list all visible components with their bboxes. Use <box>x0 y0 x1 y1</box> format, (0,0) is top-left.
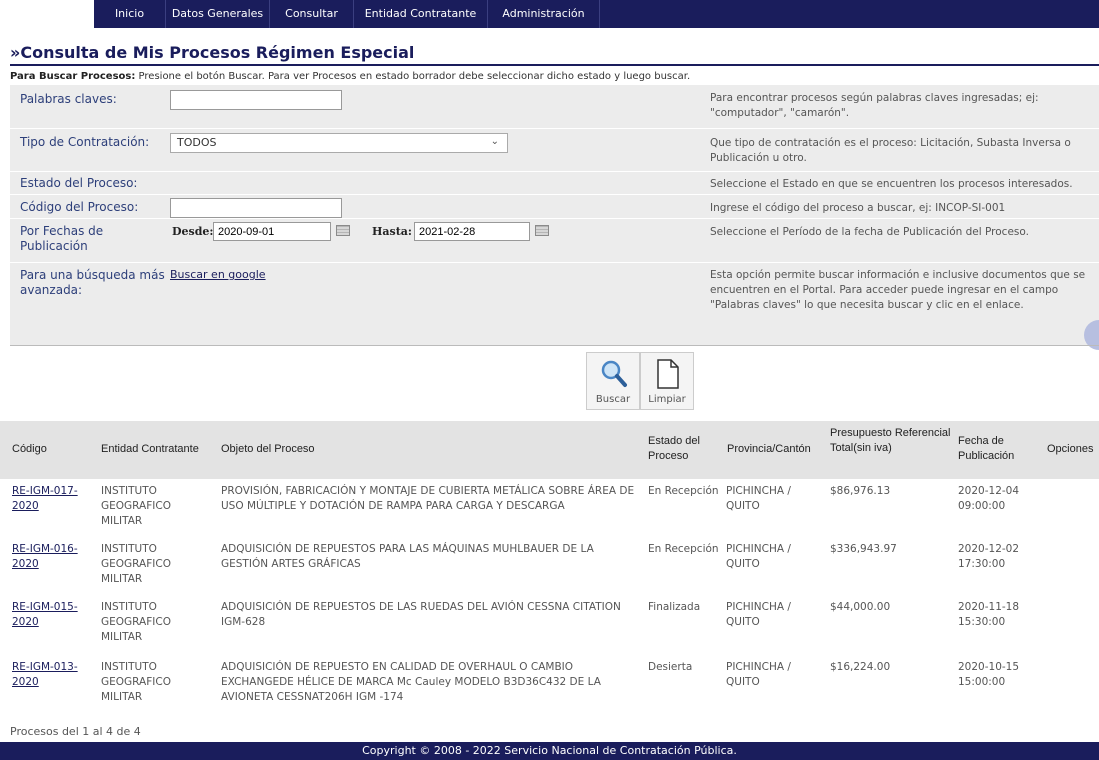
instructions-text: Presione el botón Buscar. Para ver Proce… <box>135 71 691 82</box>
table-row: RE-IGM-013-2020 INSTITUTO GEOGRAFICO MIL… <box>0 660 1099 718</box>
state-cell: En Recepción <box>648 485 719 497</box>
top-nav: Inicio Datos Generales Consultar Entidad… <box>0 0 1099 28</box>
date-from-input[interactable] <box>213 222 331 241</box>
form-divider <box>10 262 1099 263</box>
col-header-code: Código <box>12 443 47 455</box>
date-cell: 2020-12-04 09:00:00 <box>958 485 1020 512</box>
process-state-help: Seleccione el Estado en que se encuentre… <box>710 178 1073 190</box>
nav-item-entidad-contratante[interactable]: Entidad Contratante <box>354 0 488 28</box>
col-header-object: Objeto del Proceso <box>221 443 315 455</box>
location-cell: PICHINCHA / QUITO <box>726 661 791 688</box>
state-cell: En Recepción <box>648 543 719 555</box>
form-bottom-line <box>10 345 1099 346</box>
dates-label: Por Fechas de Publicación <box>20 224 104 253</box>
keywords-input[interactable] <box>170 90 342 110</box>
entity-cell: INSTITUTO GEOGRAFICO MILITAR <box>101 543 171 585</box>
object-cell: ADQUISICIÓN DE REPUESTO EN CALIDAD DE OV… <box>221 661 601 703</box>
document-icon <box>657 359 679 389</box>
nav-item-administracion[interactable]: Administración <box>488 0 600 28</box>
chevron-down-icon: ⌄ <box>490 136 499 147</box>
table-row: RE-IGM-017-2020 INSTITUTO GEOGRAFICO MIL… <box>0 484 1099 542</box>
keywords-label: Palabras claves: <box>20 92 117 106</box>
form-divider <box>10 218 1099 219</box>
instructions-label: Para Buscar Procesos: <box>10 71 136 82</box>
process-code-input[interactable] <box>170 198 342 218</box>
budget-cell: $336,943.97 <box>830 543 897 555</box>
form-divider <box>10 194 1099 195</box>
clear-button-label: Limpiar <box>648 394 686 405</box>
date-to-input[interactable] <box>414 222 530 241</box>
process-code-link[interactable]: RE-IGM-013-2020 <box>12 661 78 688</box>
contract-type-help: Que tipo de contratación es el proceso: … <box>710 137 1071 164</box>
results-table-header: Código Entidad Contratante Objeto del Pr… <box>0 421 1099 479</box>
footer-copyright: Copyright © 2008 - 2022 Servicio Naciona… <box>0 742 1099 760</box>
contract-type-label: Tipo de Contratación: <box>20 135 150 149</box>
process-code-help: Ingrese el código del proceso a buscar, … <box>710 202 1006 214</box>
date-cell: 2020-10-15 15:00:00 <box>958 661 1020 688</box>
date-cell: 2020-11-18 15:30:00 <box>958 601 1020 628</box>
instructions: Para Buscar Procesos: Presione el botón … <box>10 71 690 82</box>
process-code-link[interactable]: RE-IGM-017-2020 <box>12 485 78 512</box>
contract-type-selected: TODOS <box>177 136 217 149</box>
process-state-label: Estado del Proceso: <box>20 176 138 190</box>
nav-item-datos-generales[interactable]: Datos Generales <box>166 0 270 28</box>
budget-cell: $86,976.13 <box>830 485 891 497</box>
col-header-location: Provincia/Cantón <box>727 443 811 455</box>
search-button[interactable]: Buscar <box>586 352 640 410</box>
entity-cell: INSTITUTO GEOGRAFICO MILITAR <box>101 485 171 527</box>
date-to-label: Hasta: <box>372 225 412 238</box>
object-cell: PROVISIÓN, FABRICACIÓN Y MONTAJE DE CUBI… <box>221 485 635 512</box>
table-row: RE-IGM-016-2020 INSTITUTO GEOGRAFICO MIL… <box>0 542 1099 600</box>
pagination-summary: Procesos del 1 al 4 de 4 <box>10 725 141 738</box>
state-cell: Finalizada <box>648 601 701 613</box>
title-divider <box>10 64 1099 66</box>
advanced-search-label: Para una búsqueda más avanzada: <box>20 268 165 297</box>
location-cell: PICHINCHA / QUITO <box>726 485 791 512</box>
calendar-icon[interactable] <box>336 225 350 236</box>
search-button-label: Buscar <box>595 394 631 405</box>
process-code-link[interactable]: RE-IGM-016-2020 <box>12 543 78 570</box>
object-cell: ADQUISICIÓN DE REPUESTOS PARA LAS MÁQUIN… <box>221 543 594 570</box>
col-header-date: Fecha de Publicación <box>958 435 1015 462</box>
table-row: RE-IGM-015-2020 INSTITUTO GEOGRAFICO MIL… <box>0 600 1099 658</box>
page-title: »Consulta de Mis Procesos Régimen Especi… <box>10 43 415 62</box>
dates-help: Seleccione el Período de la fecha de Pub… <box>710 226 1029 238</box>
calendar-icon[interactable] <box>535 225 549 236</box>
date-from-label: Desde: <box>172 225 214 238</box>
entity-cell: INSTITUTO GEOGRAFICO MILITAR <box>101 661 171 703</box>
location-cell: PICHINCHA / QUITO <box>726 543 791 570</box>
keywords-help: Para encontrar procesos según palabras c… <box>710 92 1039 119</box>
date-cell: 2020-12-02 17:30:00 <box>958 543 1020 570</box>
top-nav-bar: Inicio Datos Generales Consultar Entidad… <box>94 0 1099 28</box>
col-header-budget: Presupuesto Referencial Total(sin iva) <box>830 427 951 454</box>
process-code-label: Código del Proceso: <box>20 200 139 214</box>
col-header-options: Opciones <box>1047 443 1094 455</box>
form-divider <box>10 128 1099 129</box>
budget-cell: $16,224.00 <box>830 661 891 673</box>
col-header-entity: Entidad Contratante <box>101 443 199 455</box>
state-cell: Desierta <box>648 661 693 673</box>
process-code-link[interactable]: RE-IGM-015-2020 <box>12 601 78 628</box>
location-cell: PICHINCHA / QUITO <box>726 601 791 628</box>
budget-cell: $44,000.00 <box>830 601 891 613</box>
contract-type-select[interactable]: TODOS ⌄ <box>170 133 508 153</box>
clear-button[interactable]: Limpiar <box>640 352 694 410</box>
nav-item-inicio[interactable]: Inicio <box>94 0 166 28</box>
form-divider <box>10 171 1099 172</box>
search-icon <box>601 360 627 387</box>
google-search-link[interactable]: Buscar en google <box>170 268 266 281</box>
entity-cell: INSTITUTO GEOGRAFICO MILITAR <box>101 601 171 643</box>
object-cell: ADQUISICIÓN DE REPUESTOS DE LAS RUEDAS D… <box>221 601 621 628</box>
col-header-state: Estado del Proceso <box>648 435 700 462</box>
nav-item-consultar[interactable]: Consultar <box>270 0 354 28</box>
advanced-search-help: Esta opción permite buscar información e… <box>710 269 1086 311</box>
